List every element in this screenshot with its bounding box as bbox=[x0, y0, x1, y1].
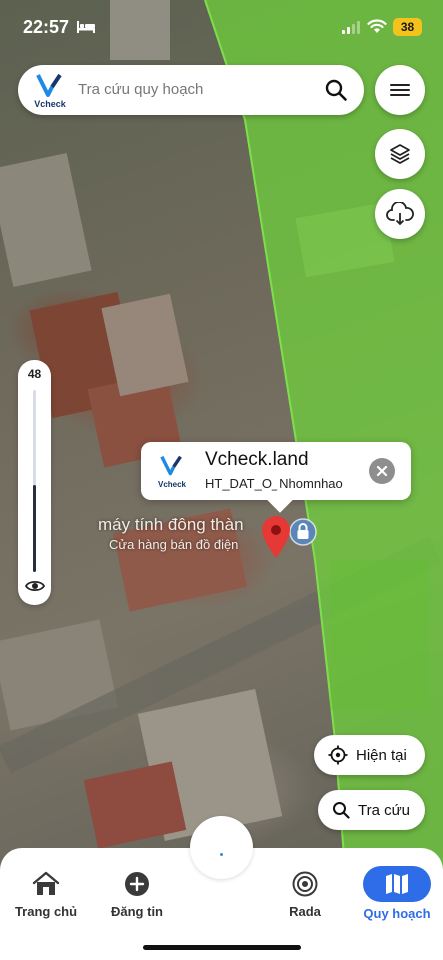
current-location-label: Hiện tại bbox=[356, 746, 407, 764]
popup-title: Vcheck.land bbox=[205, 449, 309, 470]
search-icon[interactable] bbox=[324, 78, 348, 102]
plus-circle-icon bbox=[123, 870, 151, 898]
eye-icon[interactable] bbox=[25, 578, 45, 594]
menu-button[interactable] bbox=[375, 65, 425, 115]
fab-indicator bbox=[220, 853, 223, 856]
popup-logo-text: Vcheck bbox=[157, 480, 187, 489]
home-indicator bbox=[143, 945, 301, 950]
status-time: 22:57 bbox=[23, 17, 70, 37]
nav-label-post: Đăng tin bbox=[111, 904, 163, 919]
info-popup[interactable]: Vcheck Vcheck.land HT_DAT_O_Nhomnhao bbox=[141, 442, 411, 500]
slider-fill bbox=[33, 484, 36, 572]
search-bar[interactable]: Vcheck Tra cứu quy hoạch bbox=[18, 65, 364, 115]
status-bar: 22:57 38 bbox=[0, 0, 443, 54]
slider-track[interactable] bbox=[33, 390, 36, 572]
download-button[interactable] bbox=[375, 189, 425, 239]
search-icon bbox=[333, 802, 350, 819]
lookup-label: Tra cứu bbox=[358, 801, 410, 819]
bed-icon bbox=[77, 21, 95, 33]
nav-label-radar: Rada bbox=[289, 904, 321, 919]
opacity-slider[interactable]: 48 bbox=[18, 360, 51, 605]
nav-item-radar[interactable]: Rada bbox=[260, 870, 350, 919]
vcheck-logo: Vcheck bbox=[32, 73, 68, 109]
location-pin-icon[interactable] bbox=[260, 515, 292, 559]
battery-indicator: 38 bbox=[393, 18, 422, 36]
close-icon bbox=[376, 465, 388, 477]
poi-lock-icon[interactable] bbox=[289, 517, 317, 547]
popup-subtitle: HT_DAT_O_Nhomnhao bbox=[205, 476, 343, 491]
nav-label-home: Trang chủ bbox=[14, 904, 78, 919]
nav-label-planning: Quy hoạch bbox=[363, 906, 431, 921]
wifi-icon bbox=[367, 19, 387, 33]
radar-icon bbox=[291, 870, 319, 898]
nav-item-post[interactable]: Đăng tin bbox=[92, 870, 182, 919]
map-poi-category: Cửa hàng bán đồ điện bbox=[109, 537, 239, 552]
popup-close-button[interactable] bbox=[369, 458, 395, 484]
crosshair-icon bbox=[328, 745, 348, 765]
map-icon bbox=[363, 866, 431, 902]
slider-value: 48 bbox=[27, 367, 42, 381]
logo-text: Vcheck bbox=[34, 99, 66, 109]
lookup-button[interactable]: Tra cứu bbox=[318, 790, 425, 830]
current-location-button[interactable]: Hiện tại bbox=[314, 735, 425, 775]
vcheck-logo-icon bbox=[160, 455, 182, 476]
vcheck-logo-icon bbox=[36, 73, 62, 97]
nav-item-home[interactable]: Trang chủ bbox=[1, 870, 91, 919]
hamburger-menu-icon bbox=[390, 84, 410, 96]
signal-icon bbox=[342, 21, 360, 34]
map-poi-name: máy tính đông thàn bbox=[98, 515, 244, 534]
search-input[interactable]: Tra cứu quy hoạch bbox=[78, 81, 203, 98]
home-icon bbox=[32, 870, 60, 898]
cloud-download-icon bbox=[386, 202, 414, 226]
nav-item-planning[interactable]: Quy hoạch bbox=[352, 866, 442, 921]
center-action-button[interactable] bbox=[190, 816, 253, 879]
popup-logo: Vcheck bbox=[155, 455, 189, 489]
layers-button[interactable] bbox=[375, 129, 425, 179]
layers-icon bbox=[390, 144, 410, 164]
